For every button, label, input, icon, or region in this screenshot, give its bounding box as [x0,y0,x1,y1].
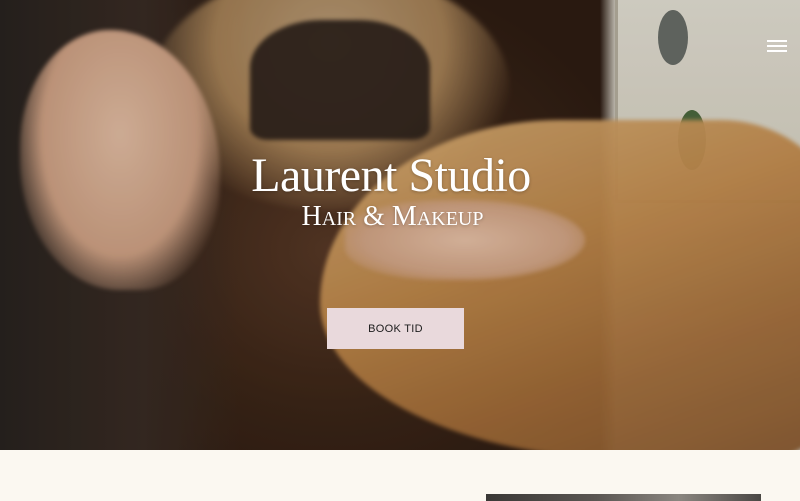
brand-title: Laurent Studio [251,149,531,202]
hamburger-menu-icon[interactable] [764,36,790,56]
hero-section: Laurent Studio Hair & Makeup BOOK TID [0,0,800,450]
content-section [0,450,800,501]
brand-subtitle: Hair & Makeup [301,201,484,232]
book-appointment-button[interactable]: BOOK TID [327,308,464,349]
section-image [486,494,761,501]
